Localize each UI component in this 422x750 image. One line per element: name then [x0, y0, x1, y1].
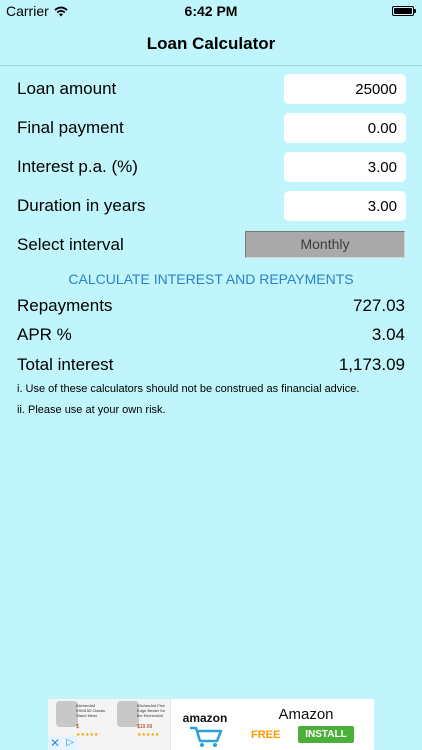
total-interest-row: Total interest 1,173.09: [0, 351, 422, 379]
final-payment-field[interactable]: [284, 113, 406, 143]
install-button[interactable]: INSTALL: [298, 726, 354, 743]
interest-rate-field[interactable]: [284, 152, 406, 182]
disclaimer-advice: i. Use of these calculators should not b…: [17, 383, 360, 395]
product-image: [56, 701, 78, 727]
page-title: Loan Calculator: [146, 34, 276, 53]
duration-label: Duration in years: [17, 196, 146, 215]
product-image: [117, 701, 139, 727]
ad-app-name: Amazon: [278, 706, 334, 723]
status-time: 6:42 PM: [184, 3, 238, 19]
interval-row: Select interval Monthly: [0, 228, 422, 262]
loan-amount-row: Loan amount: [0, 72, 422, 106]
repayments-row: Repayments 727.03: [0, 292, 422, 320]
calculate-button[interactable]: CALCULATE INTEREST AND REPAYMENTS: [0, 271, 422, 287]
battery-icon: [392, 6, 416, 16]
repayments-label: Repayments: [17, 296, 113, 315]
duration-field[interactable]: [284, 191, 406, 221]
ad-products[interactable]: KitchenAid KSM150 Classic Stand Mixer $ …: [48, 699, 170, 750]
amazon-logo-text: amazon: [182, 711, 228, 725]
ad-product-title: KitchenAid Flex Edge Beater for the Kitc…: [137, 703, 166, 718]
ad-banner[interactable]: KitchenAid KSM150 Classic Stand Mixer $ …: [48, 699, 374, 750]
interest-rate-label: Interest p.a. (%): [17, 157, 138, 176]
cart-icon: [190, 726, 223, 747]
loan-amount-field[interactable]: [284, 74, 406, 104]
apr-row: APR % 3.04: [0, 321, 422, 349]
ad-product-rating: ★★★★★: [137, 732, 160, 738]
ad-close-icon[interactable]: ✕: [48, 736, 62, 750]
final-payment-label: Final payment: [17, 118, 124, 137]
ad-product-rating: ★★★★★: [76, 732, 99, 738]
ad-product-price: $: [76, 724, 79, 730]
repayments-value: 727.03: [353, 296, 405, 315]
apr-label: APR %: [17, 325, 72, 344]
amazon-logo[interactable]: amazon: [170, 699, 238, 750]
ad-choices-icon[interactable]: ▷: [63, 736, 77, 750]
ad-product-card[interactable]: KitchenAid Flex Edge Beater for the Kitc…: [109, 699, 169, 750]
status-bar: Carrier 6:42 PM: [0, 0, 422, 22]
ad-price-free: FREE: [251, 729, 281, 741]
total-interest-label: Total interest: [17, 355, 114, 374]
apr-value: 3.04: [371, 325, 405, 344]
interest-rate-row: Interest p.a. (%): [0, 150, 422, 184]
total-interest-value: 1,173.09: [338, 355, 405, 374]
final-payment-row: Final payment: [0, 111, 422, 145]
navigation-bar: Loan Calculator: [0, 22, 422, 66]
loan-amount-label: Loan amount: [17, 79, 117, 98]
ad-product-title: KitchenAid KSM150 Classic Stand Mixer: [76, 703, 106, 718]
disclaimer-risk: ii. Please use at your own risk.: [17, 404, 166, 416]
duration-row: Duration in years: [0, 189, 422, 223]
interval-selector[interactable]: Monthly: [245, 231, 405, 258]
interval-label: Select interval: [17, 235, 124, 254]
ad-product-price: $19.99: [137, 724, 153, 730]
